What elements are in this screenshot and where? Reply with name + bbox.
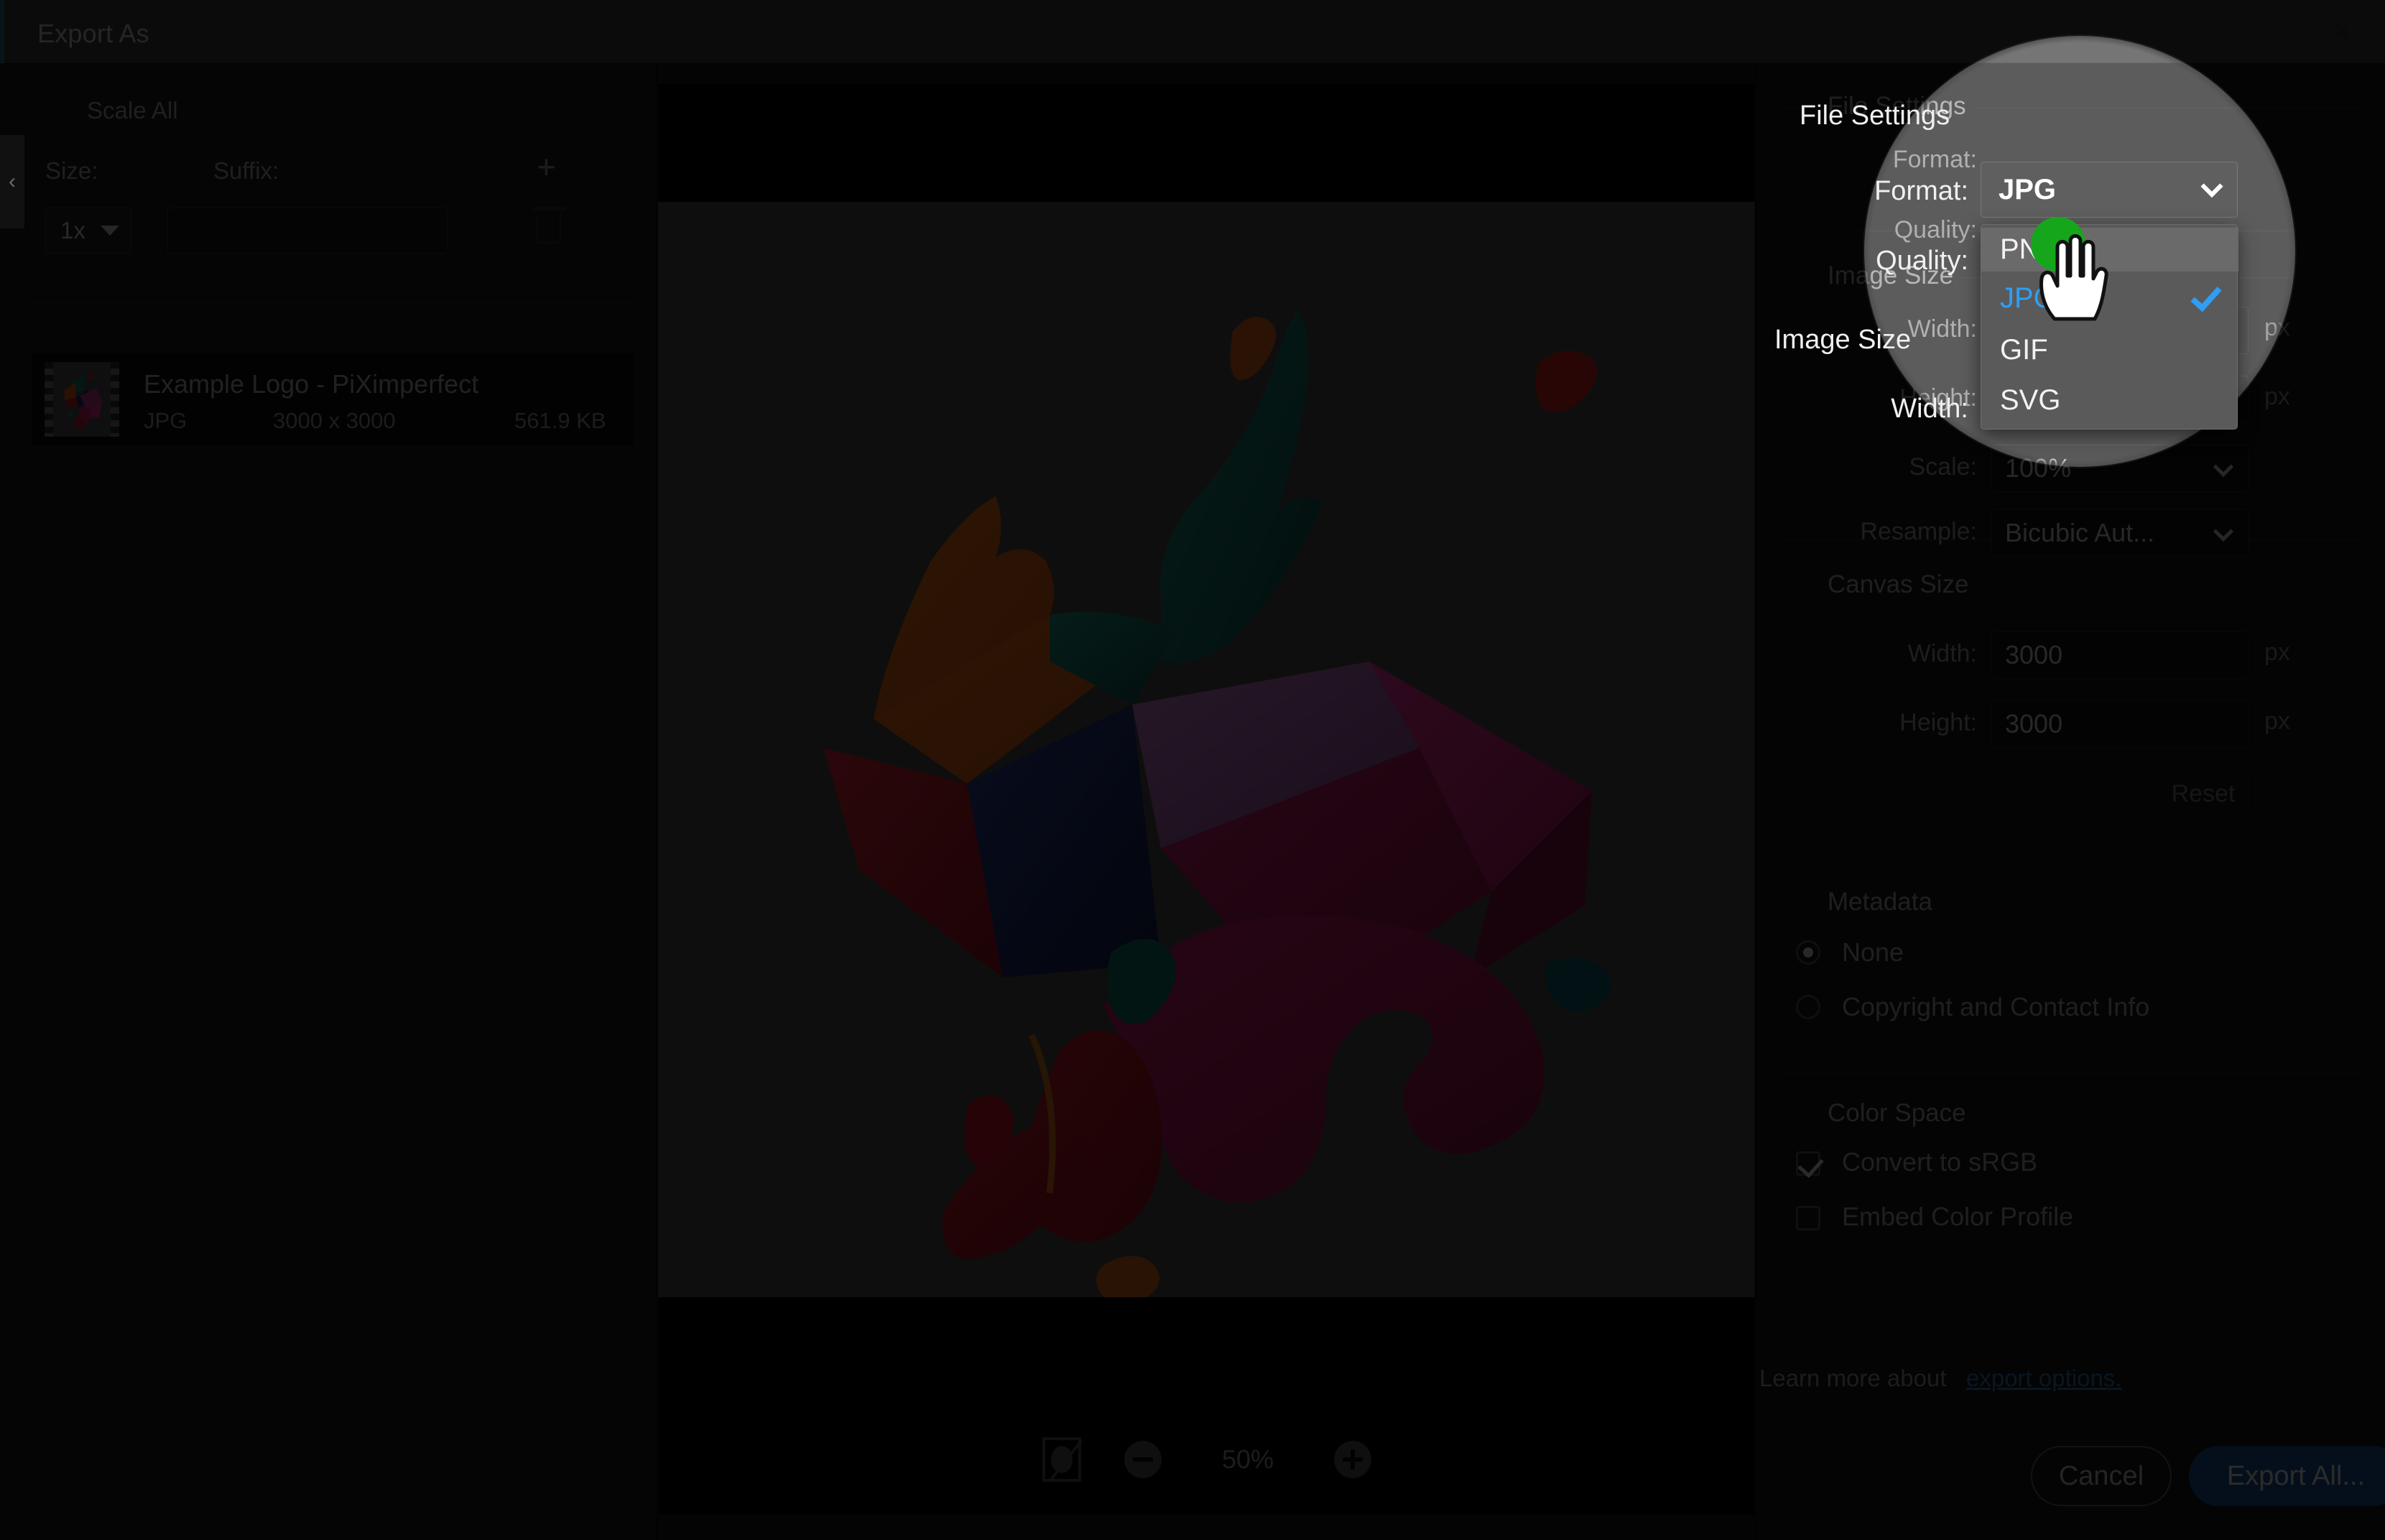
file-dimensions: 3000 x 3000	[273, 408, 396, 433]
close-icon[interactable]: ✕	[2325, 16, 2358, 49]
metadata-radio-none[interactable]	[1796, 940, 1820, 965]
resample-select[interactable]: Bicubic Aut...	[1991, 509, 2249, 557]
format-label-highlighted: Format:	[1874, 176, 1968, 206]
minus-circle-icon[interactable]	[1124, 1441, 1162, 1478]
format-option-svg[interactable]: SVG	[1981, 379, 2238, 422]
canvas-size-section: Canvas Size Width: 3000 px Height: 3000 …	[1778, 570, 2361, 855]
chevron-down-icon	[2213, 521, 2234, 542]
canvas-size-legend: Canvas Size	[1817, 570, 1979, 599]
learn-more-text: Learn more about	[1759, 1365, 1947, 1391]
film-strip-left	[45, 362, 53, 437]
export-all-button[interactable]: Export All...	[2189, 1446, 2385, 1506]
export-as-dialog: Export As ✕ ‹ Scale All Size: Suffix: + …	[0, 0, 2385, 1540]
canvas-width-input[interactable]: 3000	[1991, 631, 2249, 679]
scale-select[interactable]: 100%	[1991, 445, 2249, 492]
dialog-title: Export As	[37, 19, 149, 48]
metadata-option-label: Copyright and Contact Info	[1842, 992, 2150, 1021]
color-space-option-label: Convert to sRGB	[1842, 1147, 2038, 1177]
chevron-down-icon	[101, 226, 119, 236]
quality-label: Quality:	[1894, 216, 1977, 243]
scale-label: Scale:	[1909, 453, 1978, 481]
checkbox-convert-srgb[interactable]	[1796, 1151, 1820, 1176]
plus-circle-icon[interactable]	[1334, 1441, 1371, 1478]
metadata-radio-copyright[interactable]	[1796, 995, 1820, 1019]
preview-canvas: 50%	[657, 83, 1756, 1516]
scale-value: 100%	[2005, 453, 2072, 483]
file-name: Example Logo - PiXimperfect	[144, 369, 479, 399]
scale-all-legend: Scale All	[77, 97, 188, 124]
canvas-width-value: 3000	[2005, 640, 2063, 669]
format-option-label: GIF	[2000, 334, 2048, 366]
format-value: JPG	[1999, 173, 2057, 205]
list-item[interactable]: Example Logo - PiXimperfect JPG 3000 x 3…	[32, 353, 634, 445]
title-accent-bar	[0, 0, 4, 63]
canvas-height-label: Height:	[1899, 709, 1977, 736]
chevron-down-icon	[2200, 175, 2223, 198]
image-width-label-highlighted: Width:	[1891, 394, 1968, 424]
resample-label: Resample:	[1860, 518, 1977, 545]
canvas-height-input[interactable]: 3000	[1991, 700, 2249, 748]
add-size-button[interactable]: +	[537, 150, 556, 183]
quality-label-highlighted: Quality:	[1876, 246, 1968, 276]
color-space-legend: Color Space	[1817, 1099, 1976, 1128]
film-strip-right	[111, 362, 119, 437]
export-options-link[interactable]: export options.	[1966, 1365, 2121, 1392]
file-format: JPG	[144, 408, 187, 433]
size-label: Size:	[45, 157, 98, 184]
canvas-height-unit: px	[2264, 708, 2290, 735]
hand-cursor-icon	[2033, 231, 2112, 335]
zoom-toolbar: 50%	[658, 1427, 1756, 1492]
check-icon	[2190, 279, 2222, 312]
title-bar: Export As ✕	[0, 0, 2385, 63]
format-option-label: SVG	[2000, 384, 2061, 416]
left-panel: ‹ Scale All Size: Suffix: + 1x Example L…	[0, 63, 657, 1540]
chevron-down-icon	[2213, 456, 2234, 478]
image-thumbnail	[45, 362, 119, 437]
canvas-height-value: 3000	[2005, 709, 2063, 738]
canvas-width-unit: px	[2264, 639, 2290, 666]
scale-all-group: Scale All Size: Suffix: + 1x	[32, 97, 634, 303]
trash-icon[interactable]	[533, 207, 566, 243]
resample-value: Bicubic Aut...	[2005, 518, 2155, 547]
no-transparency-icon[interactable]	[1042, 1437, 1081, 1482]
metadata-option-label: None	[1842, 937, 1904, 967]
suffix-input[interactable]	[167, 208, 448, 254]
cancel-button[interactable]: Cancel	[2031, 1446, 2172, 1506]
image-size-legend-highlighted: Image Size	[1774, 325, 1912, 355]
scale-size-value: 1x	[60, 217, 85, 243]
suffix-label: Suffix:	[213, 157, 279, 184]
zoom-level: 50%	[1221, 1444, 1274, 1474]
color-space-option-label: Embed Color Profile	[1842, 1202, 2074, 1231]
preview-image	[658, 202, 1756, 1297]
checkbox-embed-profile[interactable]	[1796, 1206, 1820, 1230]
file-size: 561.9 KB	[514, 408, 606, 433]
color-space-section: Color Space Convert to sRGB Embed Color …	[1778, 1099, 2361, 1284]
scale-size-select[interactable]: 1x	[45, 208, 131, 254]
chevron-left-icon[interactable]: ‹	[0, 135, 24, 228]
format-select[interactable]: JPG	[1981, 162, 2238, 218]
canvas-width-label: Width:	[1907, 640, 1977, 667]
image-width-unit: px	[2264, 314, 2290, 341]
metadata-legend: Metadata	[1817, 888, 1942, 917]
format-label: Format:	[1892, 146, 1977, 173]
image-height-unit: px	[2264, 383, 2290, 410]
reset-button[interactable]: Reset	[2158, 771, 2249, 817]
file-settings-legend-highlighted: File Settings	[1800, 101, 1950, 131]
metadata-section: Metadata None Copyright and Contact Info	[1778, 888, 2361, 1073]
